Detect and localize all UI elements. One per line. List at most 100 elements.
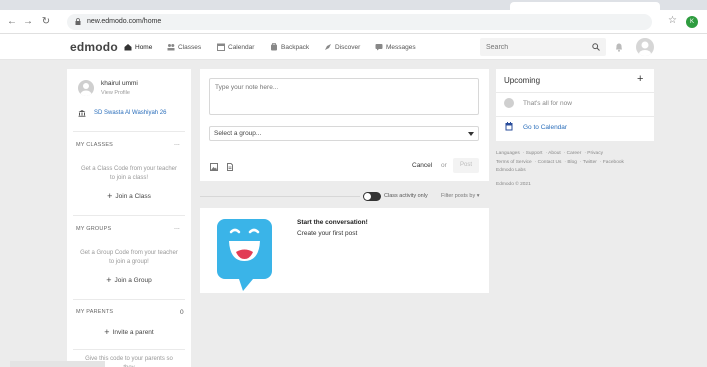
user-silhouette-icon xyxy=(639,41,651,56)
divider xyxy=(496,116,654,117)
profile-avatar[interactable] xyxy=(78,80,94,96)
url-text: new.edmodo.com/home xyxy=(87,18,162,25)
image-icon[interactable] xyxy=(210,163,218,171)
filter-posts-dropdown[interactable]: Filter posts by ▾ xyxy=(441,193,480,199)
browser-tab-strip xyxy=(0,0,707,10)
messages-icon xyxy=(375,44,383,51)
divider xyxy=(200,196,360,197)
footer-link-twitter[interactable]: Twitter xyxy=(583,160,597,165)
footer-link-about[interactable]: About xyxy=(548,151,561,156)
my-classes-helper: Get a Class Code from your teacher to jo… xyxy=(80,166,178,181)
upcoming-empty-text: That's all for now xyxy=(523,100,572,107)
filter-bar: Class activity only Filter posts by ▾ xyxy=(200,188,489,202)
back-icon[interactable]: ← xyxy=(6,16,18,27)
nav-messages-label: Messages xyxy=(386,43,416,51)
group-select[interactable]: Select a group... xyxy=(209,126,479,141)
search-box xyxy=(480,38,606,56)
school-name: SD Swasta Al Washiyah 26 xyxy=(94,110,167,116)
chat-bubble-illustration xyxy=(217,219,272,291)
footer-link-blog[interactable]: Blog xyxy=(567,160,577,165)
upcoming-title: Upcoming xyxy=(504,76,541,85)
footer-link-facebook[interactable]: Facebook xyxy=(603,160,624,165)
nav-discover-label: Discover xyxy=(335,43,361,51)
browser-status-bar xyxy=(10,361,105,367)
user-silhouette-icon xyxy=(80,83,92,96)
footer-link-privacy[interactable]: Privacy xyxy=(587,151,603,156)
app-header: edmodo Home Classes Calendar Backpack Di… xyxy=(0,34,707,60)
class-activity-toggle[interactable] xyxy=(363,192,381,201)
nav-classes[interactable]: Classes xyxy=(167,43,201,51)
footer-link-support[interactable]: Support xyxy=(526,151,543,156)
empty-feed-card: Start the conversation! Create your firs… xyxy=(200,208,489,293)
user-avatar[interactable] xyxy=(636,38,654,56)
footer-link-edmodo-labs[interactable]: Edmodo Labs xyxy=(496,168,526,173)
footer-link-terms[interactable]: Terms of Service xyxy=(496,160,532,165)
browser-tab[interactable] xyxy=(510,2,660,10)
left-sidebar: khairul ummi View Profile SD Swasta Al W… xyxy=(67,69,191,367)
browser-toolbar: ← → ↻ new.edmodo.com/home ☆ K xyxy=(0,10,707,34)
join-class-label: Join a Class xyxy=(115,193,151,200)
reload-icon[interactable]: ↻ xyxy=(40,16,52,27)
plus-icon: + xyxy=(107,191,113,201)
my-groups-more-button[interactable]: ... xyxy=(174,224,180,231)
profile-name[interactable]: khairul ummi xyxy=(101,80,138,87)
search-input[interactable] xyxy=(480,38,580,56)
divider xyxy=(496,92,654,93)
footer-link-contact[interactable]: Contact Us xyxy=(538,160,562,165)
search-icon[interactable] xyxy=(592,43,600,51)
nav-calendar-label: Calendar xyxy=(228,43,255,51)
toggle-knob xyxy=(364,193,371,200)
calendar-icon xyxy=(217,43,225,51)
my-groups-title: MY GROUPS xyxy=(76,226,112,232)
school-link[interactable]: SD Swasta Al Washiyah 26 xyxy=(78,109,166,117)
bell-icon[interactable] xyxy=(615,42,623,52)
my-parents-count: 0 xyxy=(180,309,184,316)
my-classes-more-button[interactable]: ... xyxy=(174,140,180,147)
join-group-link[interactable]: + Join a Group xyxy=(67,275,191,285)
edmodo-logo[interactable]: edmodo xyxy=(70,40,118,54)
footer-link-languages[interactable]: Languages xyxy=(496,151,520,156)
nav-classes-label: Classes xyxy=(178,43,202,51)
file-icon[interactable] xyxy=(226,163,234,171)
caret-down-icon: ▾ xyxy=(476,193,480,199)
group-select-value: Select a group... xyxy=(214,130,262,137)
nav-messages[interactable]: Messages xyxy=(375,43,416,51)
add-event-button[interactable]: + xyxy=(637,73,643,85)
or-text: or xyxy=(441,162,447,169)
note-input[interactable] xyxy=(209,78,479,115)
browser-profile-avatar[interactable]: K xyxy=(686,16,698,28)
backpack-icon xyxy=(271,43,277,51)
plus-icon: + xyxy=(106,275,112,285)
address-bar[interactable]: new.edmodo.com/home xyxy=(67,14,652,30)
divider xyxy=(73,349,185,350)
caret-down-icon xyxy=(468,132,474,136)
divider xyxy=(73,299,185,300)
classes-icon xyxy=(167,44,175,51)
nav-home[interactable]: Home xyxy=(124,43,152,51)
class-activity-label: Class activity only xyxy=(384,193,428,199)
view-profile-link[interactable]: View Profile xyxy=(101,90,130,96)
calendar-icon xyxy=(505,122,513,131)
divider xyxy=(73,215,185,216)
my-groups-helper: Get a Group Code from your teacher to jo… xyxy=(80,250,178,265)
upcoming-card: Upcoming + That's all for now Go to Cale… xyxy=(496,69,654,141)
post-button[interactable]: Post xyxy=(453,158,479,173)
footer-link-career[interactable]: Career xyxy=(567,151,582,156)
nav-backpack-label: Backpack xyxy=(281,43,310,51)
school-icon xyxy=(78,110,86,117)
empty-state-title: Start the conversation! xyxy=(297,219,368,226)
bookmark-star-icon[interactable]: ☆ xyxy=(668,15,677,26)
go-to-calendar-link[interactable]: Go to Calendar xyxy=(523,124,567,131)
cancel-button[interactable]: Cancel xyxy=(412,162,432,169)
nav-calendar[interactable]: Calendar xyxy=(217,43,254,51)
invite-parent-label: Invite a parent xyxy=(112,329,154,336)
invite-parent-link[interactable]: + Invite a parent xyxy=(67,327,191,337)
nav-backpack[interactable]: Backpack xyxy=(270,43,309,51)
nav-home-label: Home xyxy=(135,43,153,51)
nav-discover[interactable]: Discover xyxy=(324,43,360,51)
footer-links: Languages · Support · About · Career · Priva… xyxy=(496,151,624,173)
divider xyxy=(73,131,185,132)
copyright: Edmodo © 2021 xyxy=(496,182,531,187)
forward-icon[interactable]: → xyxy=(22,16,34,27)
join-class-link[interactable]: + Join a Class xyxy=(67,191,191,201)
